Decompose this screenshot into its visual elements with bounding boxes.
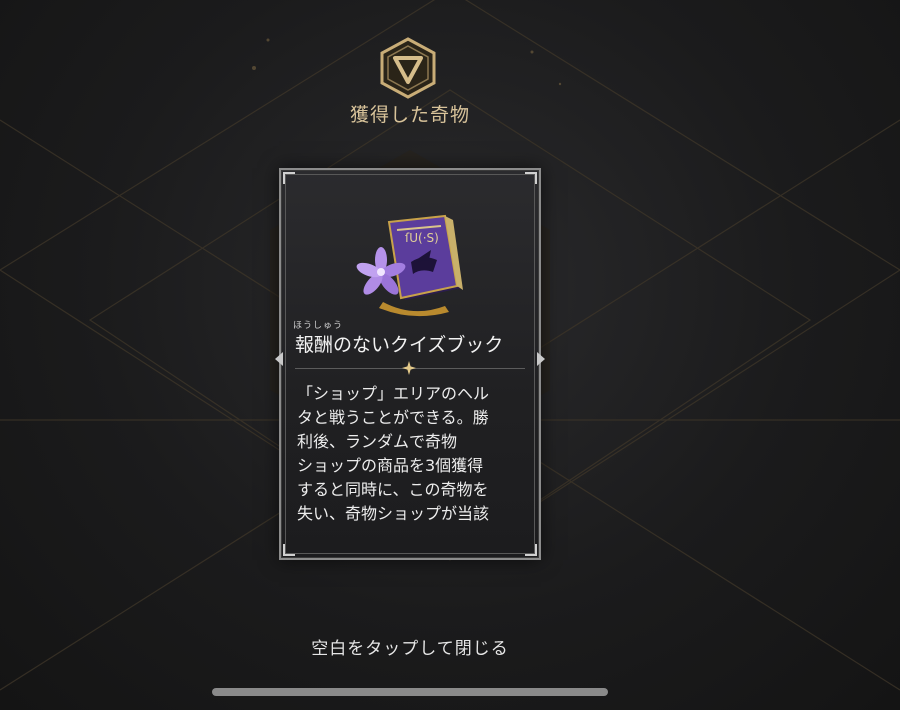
card-corner	[525, 172, 537, 184]
description-line: 利後、ランダムで奇物	[297, 432, 458, 451]
description-line: タと戦うことができる。勝	[297, 408, 489, 427]
card-corner	[283, 544, 295, 556]
home-indicator[interactable]	[212, 688, 608, 696]
item-name: 報酬のないクイズブック	[295, 334, 504, 356]
svg-text:ſU(·S): ſU(·S)	[405, 231, 439, 245]
item-description: 「ショップ」エリアのヘル タと戦うことができる。勝 利後、ランダムで奇物 ショッ…	[297, 382, 529, 526]
relic-card: ſU(·S) ほうしゅう 報酬のないクイズブック 「ショップ」エリアのヘル タと…	[275, 168, 545, 560]
description-line: ショップの商品を3個獲得	[297, 456, 484, 475]
description-line: 「ショップ」エリアのヘル	[297, 384, 490, 403]
card-corner	[525, 544, 537, 556]
sparkle-icon	[402, 361, 416, 375]
purple-quiz-book-icon: ſU(·S)	[356, 214, 463, 317]
card-corner	[283, 172, 295, 184]
description-line: 失い、奇物ショップが当該	[297, 504, 490, 523]
page-title: 獲得した奇物	[349, 104, 470, 126]
description-line: すると同時に、この奇物を	[297, 480, 489, 499]
relic-emblem-icon	[380, 37, 436, 99]
tap-to-close-hint[interactable]: 空白をタップして閉じる	[0, 634, 820, 659]
